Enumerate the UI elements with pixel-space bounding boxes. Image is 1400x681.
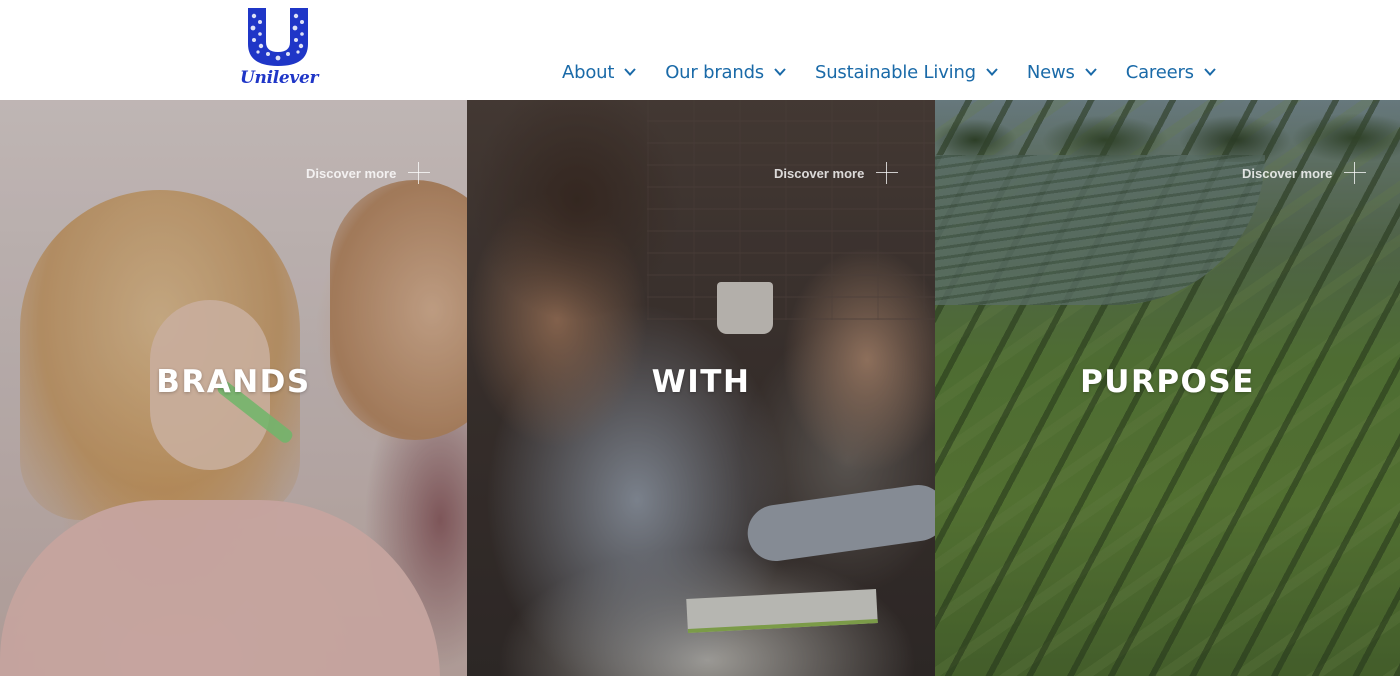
- panel-heading: PURPOSE: [1080, 364, 1255, 400]
- chevron-down-icon: [774, 68, 786, 76]
- discover-more-link[interactable]: Discover more: [1242, 162, 1367, 184]
- hero-panel-brands[interactable]: Discover more BRANDS: [0, 100, 467, 676]
- panel-heading: WITH: [651, 364, 751, 400]
- discover-more-label: Discover more: [306, 165, 397, 181]
- nav-item-label: Our brands: [665, 61, 764, 83]
- plus-icon: [876, 162, 899, 184]
- discover-more-label: Discover more: [774, 165, 865, 181]
- chevron-down-icon: [624, 68, 636, 76]
- plus-icon: [1344, 162, 1367, 184]
- hero-panel-with[interactable]: Discover more WITH: [467, 100, 935, 676]
- nav-item-our-brands[interactable]: Our brands: [665, 62, 787, 83]
- nav-item-label: Careers: [1125, 61, 1194, 83]
- nav-item-label: Sustainable Living: [815, 61, 976, 83]
- site-header: Unilever About Our brands Sustainable Li…: [0, 0, 1400, 100]
- chevron-down-icon: [1084, 68, 1097, 76]
- nav-item-about[interactable]: About: [562, 62, 637, 83]
- chevron-down-icon: [1204, 68, 1216, 76]
- discover-more-label: Discover more: [1242, 165, 1333, 181]
- nav-item-sustainable-living[interactable]: Sustainable Living: [815, 62, 999, 83]
- chevron-down-icon: [986, 68, 998, 76]
- unilever-u-logo-icon: [248, 8, 308, 66]
- logo-wordmark: Unilever: [240, 68, 319, 88]
- hero-panels: Discover more BRANDS Discover more WITH …: [0, 100, 1400, 676]
- discover-more-link[interactable]: Discover more: [774, 162, 899, 184]
- panel-heading: BRANDS: [156, 364, 311, 400]
- discover-more-link[interactable]: Discover more: [306, 162, 431, 184]
- plus-icon: [408, 162, 431, 184]
- nav-item-label: News: [1026, 61, 1075, 83]
- unilever-logo[interactable]: Unilever: [240, 6, 319, 90]
- nav-item-news[interactable]: News: [1027, 62, 1098, 83]
- main-navigation: About Our brands Sustainable Living News…: [562, 58, 1217, 86]
- nav-item-careers[interactable]: Careers: [1126, 62, 1217, 83]
- hero-panel-purpose[interactable]: Discover more PURPOSE: [935, 100, 1400, 676]
- nav-item-label: About: [562, 61, 615, 83]
